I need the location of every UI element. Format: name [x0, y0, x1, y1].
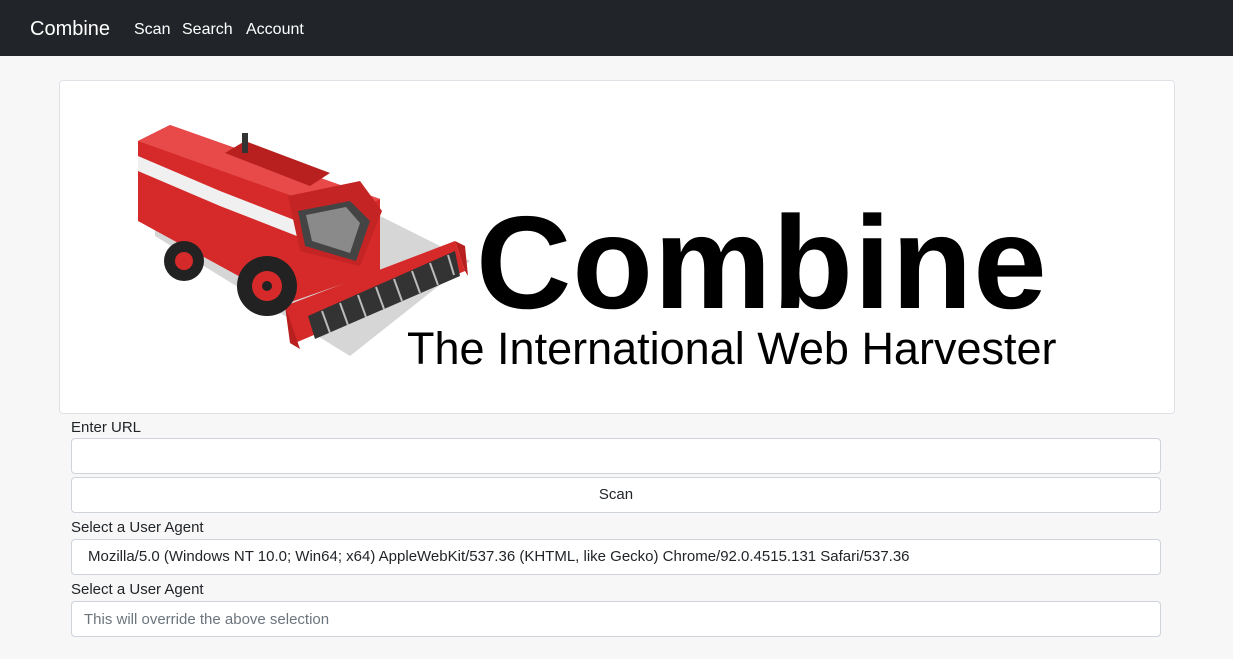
logo-tagline: The International Web Harvester	[407, 323, 1057, 374]
custom-user-agent-label: Select a User Agent	[71, 581, 204, 598]
custom-user-agent-input[interactable]	[71, 601, 1161, 637]
logo-banner: Combine The International Web Harvester	[59, 80, 1175, 414]
top-navbar: Combine Scan Search Account	[0, 0, 1233, 56]
user-agent-select[interactable]: Mozilla/5.0 (Windows NT 10.0; Win64; x64…	[71, 539, 1161, 575]
brand-link[interactable]: Combine	[30, 16, 110, 42]
nav-link-account[interactable]: Account	[246, 19, 304, 41]
scan-button[interactable]: Scan	[71, 477, 1161, 513]
nav-link-search[interactable]: Search	[182, 19, 233, 41]
url-label: Enter URL	[71, 419, 142, 436]
logo-wordmark: Combine	[476, 189, 1048, 336]
url-input[interactable]	[71, 438, 1161, 474]
user-agent-label: Select a User Agent	[71, 519, 204, 536]
nav-link-scan[interactable]: Scan	[134, 19, 170, 41]
